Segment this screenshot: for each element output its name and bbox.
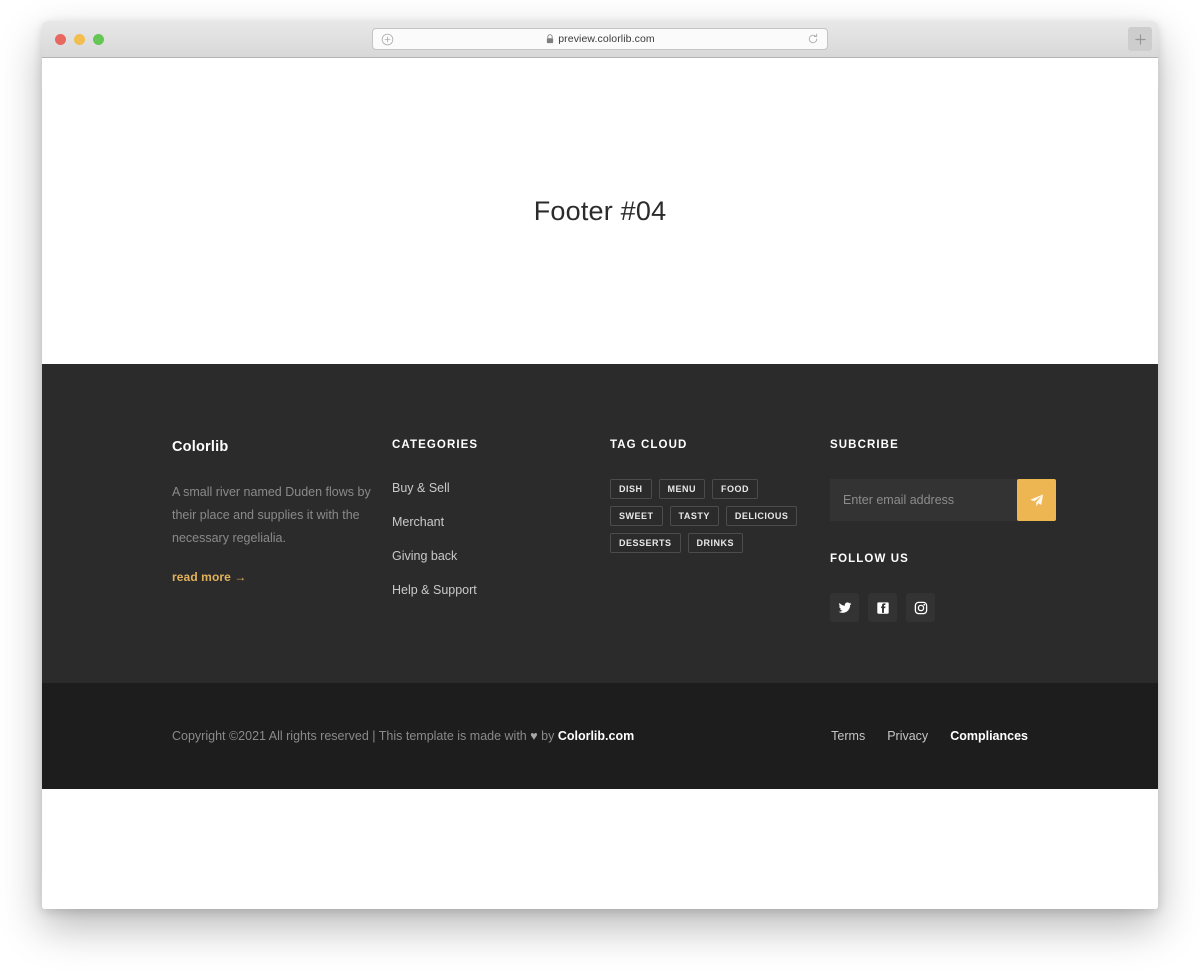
- circle-plus-icon[interactable]: [381, 33, 394, 46]
- brand-description: A small river named Duden flows by their…: [172, 485, 371, 545]
- twitter-icon: [838, 601, 851, 613]
- browser-window: preview.colorlib.com Footer #04 Colorlib…: [42, 21, 1158, 909]
- lock-icon: [547, 34, 554, 44]
- tag-cloud-title: TAG CLOUD: [610, 439, 688, 451]
- twitter-link[interactable]: [830, 593, 859, 622]
- footer-bottom-bar: Copyright ©2021 All rights reserved | Th…: [42, 683, 1158, 789]
- compliances-link[interactable]: Compliances: [950, 729, 1028, 743]
- facebook-link[interactable]: [868, 593, 897, 622]
- privacy-link[interactable]: Privacy: [887, 729, 928, 743]
- sidebar-item-help-support[interactable]: Help & Support: [392, 583, 477, 597]
- list-item: Giving back: [392, 547, 610, 565]
- list-item: Merchant: [392, 513, 610, 531]
- tag-sweet[interactable]: SWEET: [610, 506, 663, 526]
- footer-columns: Colorlib A small river named Duden flows…: [172, 364, 1056, 622]
- close-window-button[interactable]: [55, 33, 66, 45]
- reload-icon[interactable]: [807, 33, 819, 45]
- plus-icon: [1134, 33, 1146, 45]
- footer-column-brand: Colorlib A small river named Duden flows…: [172, 439, 392, 622]
- copyright-text: Copyright ©2021 All rights reserved | Th…: [172, 729, 634, 743]
- instagram-icon: [914, 601, 927, 614]
- list-item: Help & Support: [392, 581, 610, 599]
- tag-tasty[interactable]: TASTY: [669, 506, 719, 526]
- terms-link[interactable]: Terms: [831, 729, 865, 743]
- copyright-middle: by: [537, 729, 558, 743]
- brand-title: Colorlib: [172, 439, 229, 455]
- read-more-link[interactable]: read more →: [172, 570, 246, 584]
- paper-plane-icon: [1030, 494, 1044, 506]
- new-tab-button[interactable]: [1128, 27, 1152, 51]
- tag-delicious[interactable]: DELICIOUS: [725, 506, 798, 526]
- browser-titlebar: preview.colorlib.com: [42, 21, 1158, 58]
- footer-main: Colorlib A small river named Duden flows…: [42, 364, 1158, 683]
- facebook-icon: [876, 601, 889, 614]
- social-links: [830, 593, 1029, 622]
- instagram-link[interactable]: [906, 593, 935, 622]
- subscribe-form: [830, 479, 1056, 521]
- sidebar-item-merchant[interactable]: Merchant: [392, 515, 444, 529]
- hero-section: Footer #04: [42, 58, 1158, 364]
- url-display: preview.colorlib.com: [394, 33, 807, 45]
- page-viewport: Footer #04 Colorlib A small river named …: [42, 58, 1158, 909]
- subscribe-title: SUBCRIBE: [830, 439, 899, 451]
- follow-us-title: FOLLOW US: [830, 553, 909, 565]
- tag-menu[interactable]: MENU: [658, 479, 706, 499]
- minimize-window-button[interactable]: [74, 33, 85, 45]
- sidebar-item-buy-sell[interactable]: Buy & Sell: [392, 481, 450, 495]
- heart-icon: ♥: [530, 729, 538, 743]
- address-bar[interactable]: preview.colorlib.com: [372, 28, 828, 50]
- categories-list: Buy & Sell Merchant Giving back Help & S…: [392, 479, 610, 599]
- tag-cloud-list: DISH MENU FOOD SWEET TASTY DELICIOUS DES…: [610, 479, 800, 553]
- subscribe-submit-button[interactable]: [1017, 479, 1056, 521]
- footer-column-tag-cloud: TAG CLOUD DISH MENU FOOD SWEET TASTY DEL…: [610, 439, 830, 622]
- tag-dish[interactable]: DISH: [610, 479, 652, 499]
- zoom-window-button[interactable]: [93, 33, 104, 45]
- window-controls: [55, 33, 104, 45]
- email-field[interactable]: [830, 479, 1017, 521]
- url-text: preview.colorlib.com: [558, 33, 655, 45]
- footer-column-subscribe: SUBCRIBE FOLLOW US: [830, 439, 1056, 622]
- categories-title: CATEGORIES: [392, 439, 479, 451]
- footer-column-categories: CATEGORIES Buy & Sell Merchant Giving ba…: [392, 439, 610, 622]
- legal-links: Terms Privacy Compliances: [831, 729, 1028, 743]
- list-item: Buy & Sell: [392, 479, 610, 497]
- page-bottom-whitespace: [42, 789, 1158, 899]
- tag-drinks[interactable]: DRINKS: [687, 533, 744, 553]
- sidebar-item-giving-back[interactable]: Giving back: [392, 549, 457, 563]
- tag-desserts[interactable]: DESSERTS: [610, 533, 681, 553]
- tag-food[interactable]: FOOD: [712, 479, 759, 499]
- copyright-prefix: Copyright ©2021 All rights reserved | Th…: [172, 729, 531, 743]
- colorlib-link[interactable]: Colorlib.com: [558, 729, 634, 743]
- screenshot-root: preview.colorlib.com Footer #04 Colorlib…: [0, 0, 1200, 972]
- page-title: Footer #04: [533, 195, 667, 226]
